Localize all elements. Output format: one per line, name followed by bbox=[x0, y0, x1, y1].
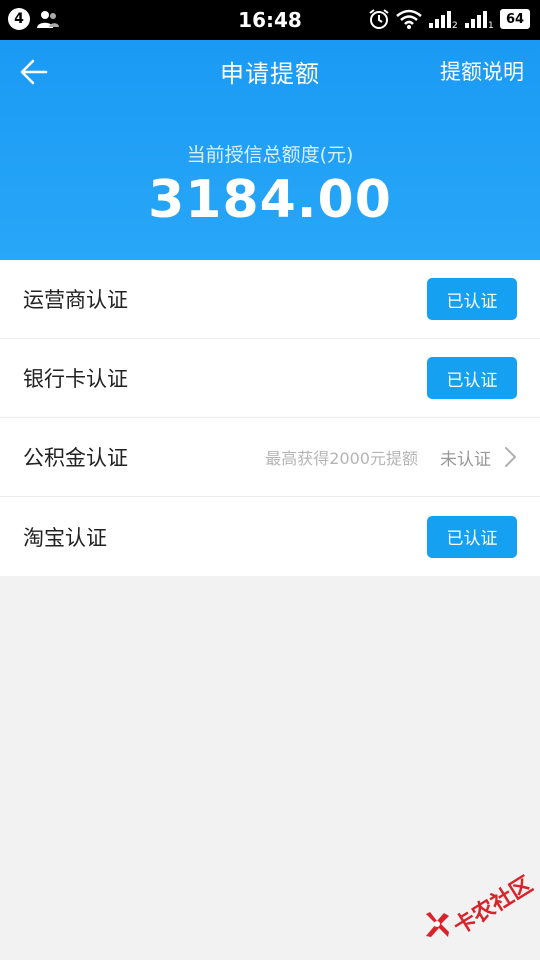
credit-label: 当前授信总额度(元) bbox=[186, 144, 354, 166]
verification-label: 银行卡认证 bbox=[23, 367, 128, 391]
signal-icon-sim2: 2 bbox=[429, 11, 458, 29]
alarm-icon bbox=[369, 9, 389, 29]
verification-row-housing-fund[interactable]: 公积金认证 最高获得2000元提额 未认证 bbox=[0, 418, 540, 497]
wifi-icon bbox=[396, 9, 422, 29]
credit-increase-hint: 最高获得2000元提额 bbox=[265, 449, 418, 468]
svg-text:1: 1 bbox=[488, 21, 494, 29]
status-right: 2 1 64 bbox=[362, 8, 530, 30]
verification-label: 运营商认证 bbox=[23, 288, 128, 312]
verification-row-taobao[interactable]: 淘宝认证 已认证 bbox=[0, 497, 540, 576]
verification-label: 公积金认证 bbox=[23, 446, 128, 470]
svg-text:2: 2 bbox=[452, 21, 458, 29]
verification-label: 淘宝认证 bbox=[23, 525, 107, 550]
credit-amount: 3184.00 bbox=[148, 170, 392, 230]
header: 申请提额 提额说明 当前授信总额度(元) 3184.00 bbox=[0, 40, 540, 260]
status-bar: 4 16:48 2 1 64 bbox=[0, 0, 540, 40]
verification-row-carrier[interactable]: 运营商认证 已认证 bbox=[0, 260, 540, 339]
verified-button[interactable]: 已认证 bbox=[427, 278, 517, 320]
verification-list: 运营商认证 已认证 银行卡认证 已认证 公积金认证 最高获得2000元提额 未认… bbox=[0, 260, 540, 576]
credit-help-link[interactable]: 提额说明 bbox=[440, 56, 524, 86]
watermark-text: 卡农社区 bbox=[449, 872, 538, 941]
battery-indicator: 64 bbox=[500, 9, 530, 29]
verified-button[interactable]: 已认证 bbox=[427, 515, 517, 558]
chevron-right-icon bbox=[505, 447, 516, 467]
watermark: 卡农社区 bbox=[422, 870, 537, 950]
signal-icon-sim1: 1 bbox=[465, 11, 494, 29]
verification-row-bank-card[interactable]: 银行卡认证 已认证 bbox=[0, 339, 540, 418]
verified-button[interactable]: 已认证 bbox=[427, 357, 517, 399]
unverified-status: 未认证 bbox=[440, 449, 491, 470]
